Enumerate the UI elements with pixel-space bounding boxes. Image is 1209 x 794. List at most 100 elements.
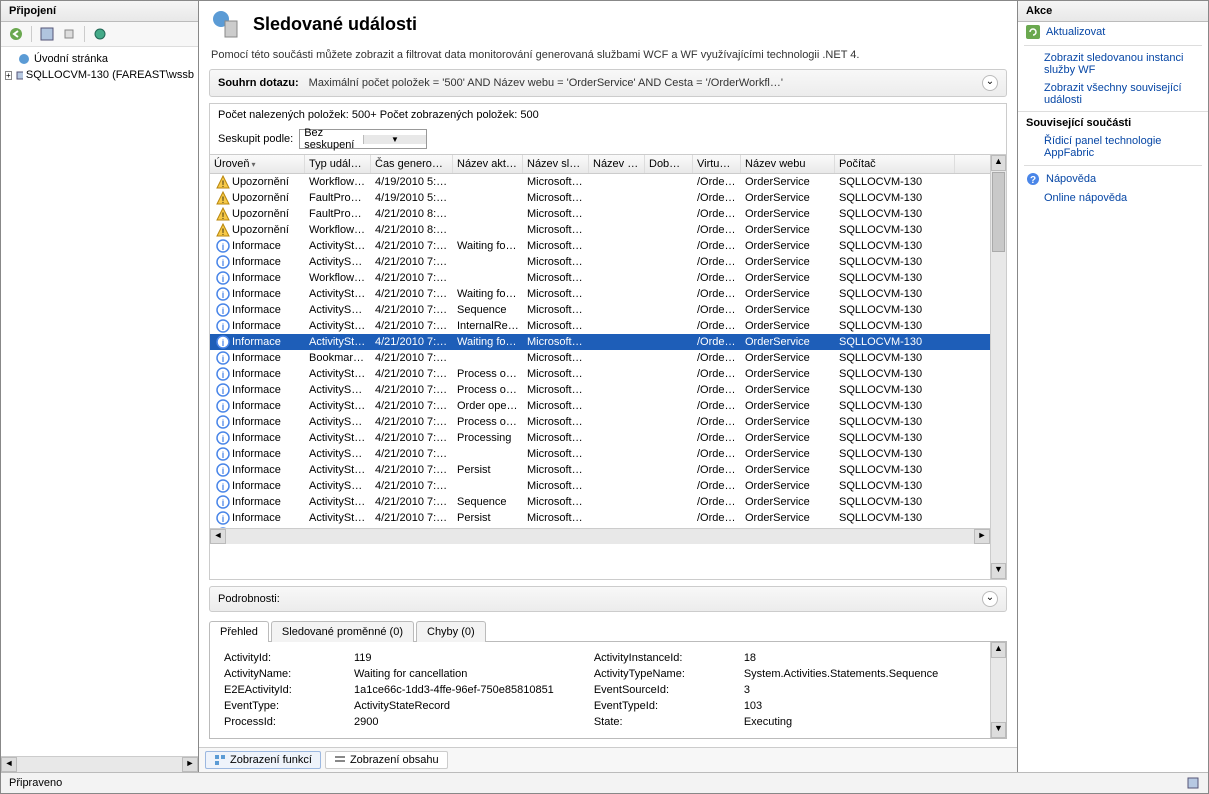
table-row[interactable]: !UpozorněníWorkflow…4/19/2010 5:…Microso… [210,174,990,190]
col-operation[interactable]: Název o… [589,155,645,173]
col-web[interactable]: Název webu [741,155,835,173]
view-tab-content[interactable]: Zobrazení obsahu [325,751,448,769]
scroll-track[interactable] [991,253,1006,563]
svg-text:i: i [222,354,225,364]
table-row[interactable]: iInformaceActivitySt…4/21/2010 7:…Proces… [210,366,990,382]
col-activity[interactable]: Název akti… [453,155,523,173]
grid-vscroll[interactable]: ▲ ▼ [990,155,1006,579]
value-e2eactivityid: 1a1ce66c-1dd3-4ffe-96ef-750e85810851 [354,684,554,696]
svg-text:i: i [222,274,225,284]
col-computer[interactable]: Počítač [835,155,955,173]
action-refresh[interactable]: Aktualizovat [1018,22,1208,42]
table-row[interactable]: iInformaceActivitySt…4/21/2010 7:…Waitin… [210,286,990,302]
scroll-up-button[interactable]: ▲ [991,155,1006,171]
table-row[interactable]: iInformaceWorkflow…4/21/2010 7:…Microsof… [210,270,990,286]
svg-text:i: i [222,386,225,396]
value-activityname: Waiting for cancellation [354,668,554,680]
events-grid[interactable]: Úroveň Typ události Čas generování Název… [210,155,990,579]
connections-panel: Připojení Úvodní stránka + SQLLOCVM-130 … [1,1,199,772]
col-service[interactable]: Název slu… [523,155,589,173]
table-row[interactable]: iInformaceActivitySc…4/21/2010 7:…Micros… [210,254,990,270]
table-row[interactable]: iInformaceActivitySt…4/21/2010 7:…Order … [210,398,990,414]
grid-header[interactable]: Úroveň Typ události Čas generování Název… [210,155,990,174]
table-row[interactable]: iInformaceActivitySc…4/21/2010 7:…Sequen… [210,302,990,318]
group-select[interactable]: Bez seskupení ▼ [299,129,427,149]
connect-button[interactable] [60,25,78,43]
info-icon: i [216,527,230,528]
group-label: Seskupit podle: [218,133,293,145]
expand-summary-button[interactable]: ⌄ [982,75,998,91]
table-row[interactable]: !UpozorněníFaultProp…4/19/2010 5:…Micros… [210,190,990,206]
table-row[interactable]: iInformaceActivitySc…4/21/2010 7:…Micros… [210,478,990,494]
info-icon: i [216,511,230,525]
table-row[interactable]: !UpozorněníFaultProp…4/21/2010 8:…Micros… [210,206,990,222]
table-row[interactable]: iInformaceActivitySt…4/21/2010 7:…Proces… [210,430,990,446]
info-icon: i [216,287,230,301]
tree-hscroll[interactable]: ◄ ► [1,756,198,772]
details-vscroll[interactable]: ▲ ▼ [990,642,1006,738]
scroll-thumb[interactable] [992,172,1005,252]
label-eventtypeid: EventTypeId: [594,700,724,712]
col-type[interactable]: Typ události [305,155,371,173]
table-row[interactable]: !UpozorněníWorkflow…4/21/2010 8:…Microso… [210,222,990,238]
svg-text:!: ! [222,195,225,205]
table-row[interactable]: iInformaceActivitySt…4/21/2010 7:…Waitin… [210,238,990,254]
grid-body[interactable]: !UpozorněníWorkflow…4/19/2010 5:…Microso… [210,174,990,528]
expand-icon[interactable]: + [5,71,12,80]
scroll-down-button[interactable]: ▼ [991,563,1006,579]
tab-errors[interactable]: Chyby (0) [416,621,486,642]
action-online-help[interactable]: Online nápověda [1018,189,1208,207]
view-tab-features[interactable]: Zobrazení funkcí [205,751,321,769]
value-processid: 2900 [354,716,554,728]
table-row[interactable]: iInformaceBookmark…4/21/2010 7:…Microsof… [210,350,990,366]
back-button[interactable] [7,25,25,43]
table-row[interactable]: iInformaceActivitySt…4/21/2010 7:…Sequen… [210,494,990,510]
svg-text:i: i [222,322,225,332]
col-virtual[interactable]: Virtuál… [693,155,741,173]
table-row[interactable]: iInformaceActivitySc…4/21/2010 7:…Proces… [210,382,990,398]
collapse-details-button[interactable]: ⌄ [982,591,998,607]
table-row[interactable]: iInformaceActivitySc…4/21/2010 7:…Micros… [210,446,990,462]
scroll-down-button[interactable]: ▼ [991,722,1006,738]
connections-toolbar [1,22,198,47]
col-time[interactable]: Čas generování [371,155,453,173]
tab-overview[interactable]: Přehled [209,621,269,642]
grid-hscroll[interactable]: ◄ ► [210,528,990,544]
view-tab-features-label: Zobrazení funkcí [230,754,312,766]
scroll-up-button[interactable]: ▲ [991,642,1006,658]
scroll-track[interactable] [226,529,974,544]
features-icon [214,754,226,766]
action-help[interactable]: ? Nápověda [1018,169,1208,189]
col-level[interactable]: Úroveň [210,155,305,173]
table-row[interactable]: iInformaceActivitySt…4/21/2010 7:…Persis… [210,462,990,478]
svg-text:!: ! [222,227,225,237]
action-view-instance[interactable]: Zobrazit sledovanou instanci služby WF [1018,49,1208,79]
content-icon [334,754,346,766]
save-button[interactable] [38,25,56,43]
summary-label: Souhrn dotazu: [218,77,299,89]
connection-tree[interactable]: Úvodní stránka + SQLLOCVM-130 (FAREAST\w… [1,47,198,756]
tree-server[interactable]: + SQLLOCVM-130 (FAREAST\wssb [3,67,196,83]
sites-button[interactable] [91,25,109,43]
table-row[interactable]: iInformaceActivitySt…4/21/2010 7:…Persis… [210,510,990,526]
action-dashboard[interactable]: Řídicí panel technologie AppFabric [1018,132,1208,162]
col-duration[interactable]: Dob… [645,155,693,173]
tree-home[interactable]: Úvodní stránka [3,51,196,67]
info-icon: i [216,431,230,445]
scroll-right-button[interactable]: ► [182,757,198,772]
table-row[interactable]: iInformaceActivitySt…4/21/2010 7:…Waitin… [210,334,990,350]
connections-header: Připojení [1,1,198,22]
scroll-track[interactable] [991,658,1006,722]
tab-tracked-vars[interactable]: Sledované proměnné (0) [271,621,414,642]
scroll-right-button[interactable]: ► [974,529,990,544]
info-icon: i [216,383,230,397]
svg-text:!: ! [222,211,225,221]
info-icon: i [216,447,230,461]
action-view-all[interactable]: Zobrazit všechny související události [1018,79,1208,109]
refresh-icon [1026,25,1040,39]
scroll-left-button[interactable]: ◄ [1,757,17,772]
scroll-track[interactable] [17,757,182,772]
scroll-left-button[interactable]: ◄ [210,529,226,544]
table-row[interactable]: iInformaceActivitySt…4/21/2010 7:…Intern… [210,318,990,334]
table-row[interactable]: iInformaceActivitySc…4/21/2010 7:…Proces… [210,414,990,430]
